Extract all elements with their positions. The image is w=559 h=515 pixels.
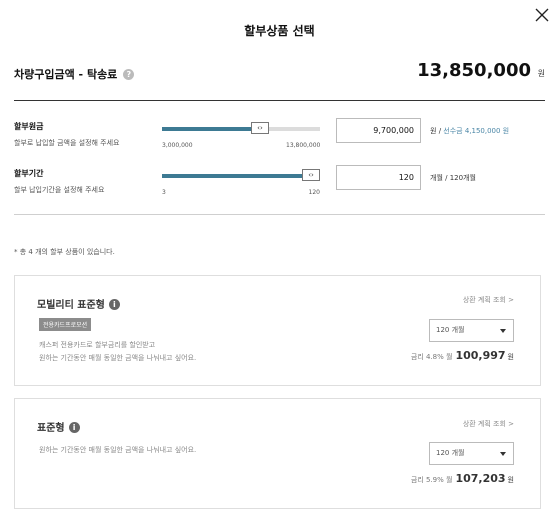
section-divider (14, 100, 545, 101)
interest-rate: 금리 4.8% (410, 353, 444, 361)
info-icon[interactable]: i (68, 422, 80, 433)
term-slider-track[interactable]: ‹› (162, 169, 320, 181)
info-icon[interactable]: i (108, 299, 120, 310)
chevron-down-icon (500, 329, 506, 333)
section-divider-light (14, 214, 545, 215)
close-button[interactable] (533, 6, 551, 24)
product-desc-line: 원하는 기간동안 매월 동일한 금액을 나눠내고 싶어요. (39, 446, 197, 454)
purchase-price-value: 13,850,000 (417, 60, 531, 81)
rate-line: 금리 5.9% 월 107,203 원 (411, 472, 514, 485)
term-range-min: 3 (162, 189, 166, 196)
principal-slider-fill (162, 127, 260, 131)
product-desc-line: 원하는 기간동안 매월 동일한 금액을 나눠내고 싶어요. (39, 354, 197, 362)
term-select-value: 120 개월 (436, 326, 465, 334)
term-select[interactable]: 120 개월 (429, 319, 514, 342)
principal-range-max: 13,800,000 (286, 142, 321, 149)
product-title: 표준형 i (37, 419, 80, 434)
principal-title: 할부원금 (14, 122, 44, 131)
term-title: 할부기간 (14, 169, 44, 178)
product-card-standard[interactable]: 표준형 i 원하는 기간동안 매월 동일한 금액을 나눠내고 싶어요. 상환 계획… (14, 398, 541, 509)
interest-rate: 금리 5.9% (410, 476, 444, 484)
help-icon[interactable]: ? (123, 69, 135, 80)
principal-unit: 원 (430, 127, 437, 135)
rate-line: 금리 4.8% 월 100,997 원 (411, 349, 514, 362)
product-title: 모빌리티 표준형 i (37, 296, 120, 311)
monthly-prefix: 월 (445, 353, 453, 361)
principal-sep: / (438, 127, 442, 135)
purchase-price-unit: 원 (537, 69, 545, 78)
chevron-down-icon (500, 452, 506, 456)
product-desc: 캐스퍼 전용카드로 할부금리를 할인받고 원하는 기간동안 매월 동일한 금액을… (39, 339, 196, 365)
monthly-unit: 원 (507, 353, 514, 361)
purchase-price-row: 차량구입금액 - 탁송료? 13,850,000 원 (14, 60, 545, 86)
product-card-mobility-standard[interactable]: 모빌리티 표준형 i 전용카드프로모션 캐스퍼 전용카드로 할부금리를 할인받고 … (14, 275, 541, 386)
repayment-plan-link[interactable]: 상환 계획 조회 > (463, 295, 514, 305)
principal-slider-track[interactable]: ‹› (162, 122, 320, 134)
term-slider-fill (162, 174, 320, 178)
purchase-price-label: 차량구입금액 - 탁송료 (14, 68, 118, 81)
principal-slider-handle[interactable]: ‹› (250, 122, 269, 134)
term-desc: 할부 납입기간을 설정해 주세요 (14, 186, 105, 194)
principal-range-min: 3,000,000 (162, 142, 193, 149)
repayment-plan-link[interactable]: 상환 계획 조회 > (463, 419, 514, 429)
principal-desc: 할부로 납입할 금액을 설정해 주세요 (14, 139, 120, 147)
close-icon[interactable] (533, 6, 551, 24)
products-count-note: * 총 4 개의 할부 상품이 있습니다. (14, 248, 115, 256)
monthly-amount: 107,203 (455, 472, 506, 485)
term-suffix: 개월 / 120개월 (430, 174, 476, 182)
monthly-unit: 원 (507, 476, 514, 484)
deposit-text: 선수금 4,150,000 원 (443, 127, 510, 135)
purchase-price-label-wrap: 차량구입금액 - 탁송료? (14, 66, 135, 82)
monthly-prefix: 월 (445, 476, 453, 484)
product-title-text: 모빌리티 표준형 (37, 300, 105, 311)
monthly-amount: 100,997 (455, 349, 506, 362)
principal-suffix: 원 / 선수금 4,150,000 원 (430, 126, 509, 136)
product-title-text: 표준형 (37, 423, 65, 434)
modal-title: 할부상품 선택 (244, 24, 315, 38)
term-slider-handle[interactable]: ‹› (302, 169, 320, 181)
term-input[interactable]: 120 (336, 165, 421, 190)
term-select[interactable]: 120 개월 (429, 442, 514, 465)
principal-input[interactable]: 9,700,000 (336, 118, 421, 143)
term-slider-block: 할부기간 할부 납입기간을 설정해 주세요 ‹› 3 120 120 개월 / … (14, 165, 545, 204)
product-desc-line: 캐스퍼 전용카드로 할부금리를 할인받고 (39, 341, 156, 349)
product-desc: 원하는 기간동안 매월 동일한 금액을 나눠내고 싶어요. (39, 444, 196, 457)
principal-slider-block: 할부원금 할부로 납입할 금액을 설정해 주세요 ‹› 3,000,000 13… (14, 118, 545, 157)
term-select-value: 120 개월 (436, 449, 465, 457)
promo-badge: 전용카드프로모션 (39, 318, 92, 331)
term-range-max: 120 (308, 189, 320, 196)
